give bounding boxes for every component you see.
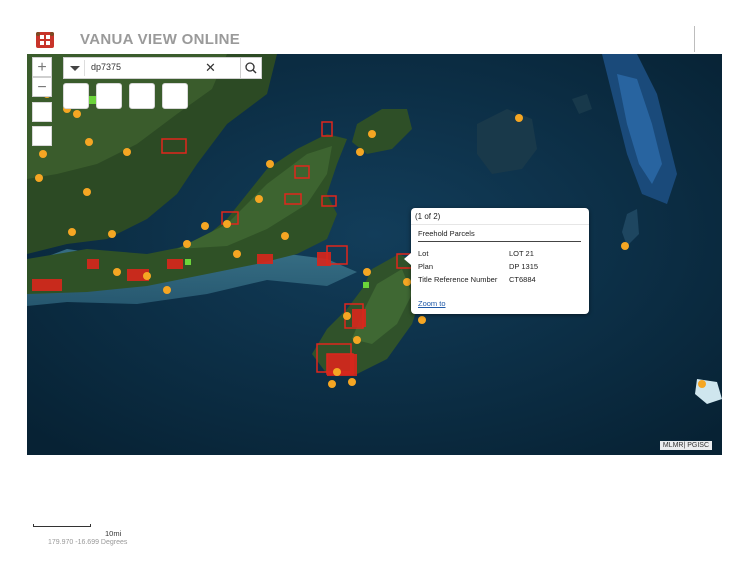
feature-popup: (1 of 2) Freehold Parcels Lot LOT 21 Pla… bbox=[404, 208, 589, 314]
tool-button-2[interactable] bbox=[96, 83, 122, 109]
map-view[interactable]: + − dp7375 ✕ (1 of 2) Freehold Parcels L… bbox=[27, 54, 722, 455]
header: VANUA VIEW ONLINE bbox=[0, 0, 749, 54]
divider bbox=[418, 241, 581, 242]
app-title: VANUA VIEW ONLINE bbox=[80, 31, 241, 48]
map-attribution: MLMR| PGISC bbox=[659, 441, 712, 450]
zoom-out-button[interactable]: − bbox=[32, 77, 52, 97]
search-bar: dp7375 ✕ bbox=[63, 57, 241, 79]
search-input[interactable]: dp7375 bbox=[91, 62, 121, 72]
tool-button-4[interactable] bbox=[162, 83, 188, 109]
attribute-name: Plan bbox=[418, 262, 434, 271]
attribute-name: Lot bbox=[418, 249, 429, 258]
scale-bar bbox=[33, 524, 91, 527]
search-icon bbox=[245, 62, 257, 74]
close-icon[interactable]: ✕ bbox=[205, 59, 216, 77]
zoom-in-button[interactable]: + bbox=[32, 57, 52, 77]
attribute-value: LOT 21 bbox=[509, 249, 534, 258]
tool-button-3[interactable] bbox=[129, 83, 155, 109]
search-source-dropdown[interactable] bbox=[66, 60, 85, 76]
coat-of-arms-logo bbox=[36, 32, 54, 48]
satellite-basemap bbox=[27, 54, 722, 455]
zoom-to-link[interactable]: Zoom to bbox=[418, 299, 446, 308]
tool-button-1[interactable] bbox=[63, 83, 89, 109]
attribute-row: Plan DP 1315 bbox=[418, 262, 584, 272]
attribute-name: Title Reference Number bbox=[418, 275, 498, 284]
popup-layer-title: Freehold Parcels bbox=[418, 229, 475, 238]
popup-header: (1 of 2) bbox=[415, 212, 441, 221]
popup-pointer bbox=[404, 253, 411, 265]
attribute-value: DP 1315 bbox=[509, 262, 539, 271]
attribute-row: Lot LOT 21 bbox=[418, 249, 584, 259]
locate-button[interactable] bbox=[32, 126, 52, 146]
coordinate-readout: 179.970 -16.699 Degrees bbox=[48, 539, 128, 546]
attribute-value: CT6884 bbox=[509, 275, 536, 284]
header-divider bbox=[694, 26, 695, 52]
search-button[interactable] bbox=[240, 57, 262, 79]
home-button[interactable] bbox=[32, 102, 52, 122]
attribute-row: Title Reference Number CT6884 bbox=[418, 275, 584, 285]
scale-label: 10mi bbox=[105, 529, 122, 538]
divider bbox=[411, 224, 589, 225]
